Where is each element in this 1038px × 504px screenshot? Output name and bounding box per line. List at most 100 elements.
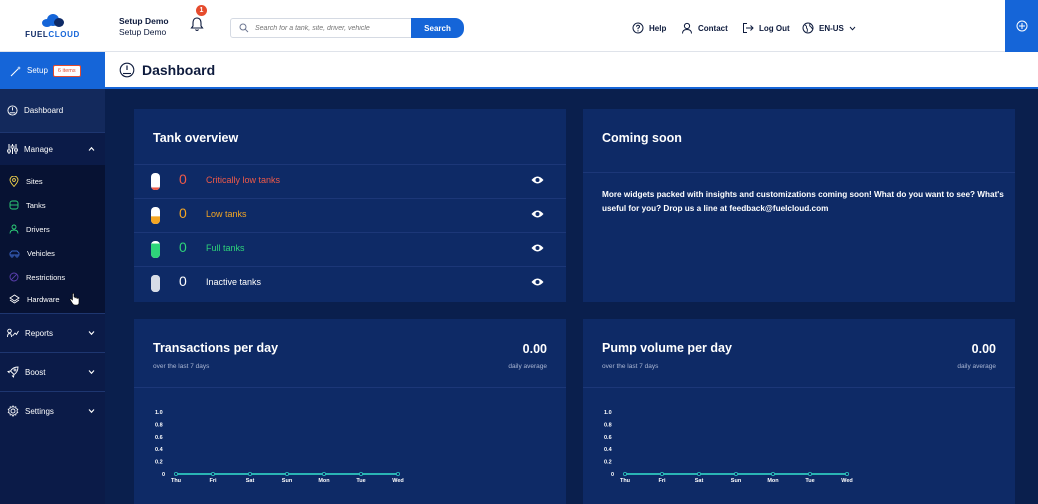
eye-icon[interactable] (531, 175, 544, 185)
help-link[interactable]: Help (632, 21, 666, 35)
tank-level-icon (151, 173, 160, 190)
data-point[interactable] (174, 471, 179, 476)
language-selector[interactable]: EN-US (802, 21, 856, 35)
x-tick-label: Sun (282, 478, 293, 484)
user-icon (682, 22, 692, 34)
help-icon (632, 22, 644, 34)
notification-badge: 1 (196, 5, 207, 16)
data-point[interactable] (284, 471, 289, 476)
tank-row[interactable]: 0 Low tanks (134, 198, 566, 232)
sidebar-item-settings[interactable]: Settings (0, 392, 105, 430)
search-input[interactable] (255, 24, 405, 32)
coming-soon-text: More widgets packed with insights and cu… (602, 190, 1004, 213)
sidebar-item-hardware[interactable]: Hardware (0, 289, 105, 309)
dashboard-gauge-icon (119, 62, 135, 77)
magic-wand-icon (10, 65, 21, 76)
sidebar-item-sites[interactable]: Sites (0, 171, 105, 191)
card-divider (583, 172, 1015, 173)
x-tick-label: Tue (805, 478, 814, 484)
sliders-icon (7, 144, 18, 154)
x-tick-label: Sat (246, 478, 255, 484)
data-point[interactable] (211, 471, 216, 476)
eye-icon[interactable] (531, 209, 544, 219)
tank-count: 0 (179, 171, 187, 187)
chevron-up-icon (88, 146, 95, 151)
bell-icon[interactable] (190, 16, 204, 32)
sidebar: Setup 6 items Dashboard Manage Sites Tan… (0, 52, 105, 504)
gear-icon (7, 405, 19, 417)
card-divider (134, 164, 566, 165)
x-tick-label: Sat (695, 478, 704, 484)
fuelcloud-logo[interactable]: FUELCLOUD (0, 0, 105, 52)
tank-label: Inactive tanks (206, 277, 262, 287)
data-point[interactable] (623, 471, 628, 476)
sidebar-item-dashboard[interactable]: Dashboard (0, 89, 105, 132)
tank-level-icon (151, 275, 160, 292)
tank-row[interactable]: 0 Full tanks (134, 232, 566, 266)
plus-circle-icon (1016, 20, 1027, 32)
cloud-logo-icon (41, 13, 64, 27)
tank-level-icon (151, 241, 160, 258)
eye-icon[interactable] (531, 243, 544, 253)
y-tick-label: 1.0 (155, 410, 163, 416)
sidebar-item-tanks[interactable]: Tanks (0, 195, 105, 215)
sidebar-item-manage[interactable]: Manage (0, 133, 105, 165)
logout-link[interactable]: Log Out (742, 21, 790, 35)
data-point[interactable] (770, 471, 775, 476)
y-tick-label: 0 (162, 472, 165, 478)
data-point[interactable] (844, 471, 849, 476)
x-tick-label: Sun (731, 478, 742, 484)
tank-label: Critically low tanks (206, 175, 281, 185)
reports-icon (7, 328, 19, 338)
contact-link[interactable]: Contact (681, 21, 728, 35)
data-point[interactable] (807, 471, 812, 476)
x-tick-label: Fri (209, 478, 217, 484)
tank-row[interactable]: 0 Inactive tanks (134, 266, 566, 300)
tank-label: Low tanks (206, 209, 247, 219)
account-org: Setup Demo (119, 16, 169, 26)
page-header: Dashboard (105, 52, 1038, 89)
logout-icon (743, 23, 754, 33)
logo-wordmark: FUELCLOUD (25, 29, 80, 39)
chevron-down-icon (88, 370, 95, 375)
restriction-icon (9, 272, 19, 282)
add-button[interactable] (1005, 0, 1038, 52)
account-switcher[interactable]: Setup Demo Setup Demo (119, 16, 169, 38)
sidebar-item-restrictions[interactable]: Restrictions (0, 267, 105, 287)
hardware-icon (9, 294, 20, 304)
tank-row[interactable]: 0 Critically low tanks (134, 164, 566, 198)
y-tick-label: 0.2 (155, 460, 163, 466)
y-tick-label: 0.4 (155, 447, 164, 453)
data-point[interactable] (697, 471, 702, 476)
data-point[interactable] (248, 471, 253, 476)
x-tick-label: Thu (620, 478, 630, 484)
transactions-line-chart: 0 0.2 0.4 0.6 0.8 1.0 Thu Fri Sat Sun Mon Tue Wed (155, 410, 404, 484)
sidebar-item-setup[interactable]: Setup 6 items (0, 52, 105, 89)
map-pin-icon (9, 175, 19, 187)
data-point[interactable] (660, 471, 665, 476)
pointer-hand-icon (69, 292, 79, 305)
drivers-icon (9, 224, 19, 234)
data-point[interactable] (395, 471, 400, 476)
search-button[interactable]: Search (411, 18, 464, 38)
sidebar-item-vehicles[interactable]: Vehicles (0, 243, 105, 263)
eye-icon[interactable] (531, 277, 544, 287)
data-point[interactable] (321, 471, 326, 476)
sidebar-item-reports[interactable]: Reports (0, 314, 105, 352)
x-tick-label: Mon (318, 478, 330, 484)
chevron-down-icon (849, 26, 856, 31)
sidebar-item-boost[interactable]: Boost (0, 353, 105, 391)
pump-volume-chart-card: Pump volume per day over the last 7 days… (583, 319, 1015, 504)
y-tick-label: 0.8 (604, 422, 612, 428)
data-point[interactable] (358, 471, 363, 476)
chevron-down-icon (88, 331, 95, 336)
y-tick-label: 0.4 (604, 447, 613, 453)
rocket-icon (7, 366, 19, 378)
tank-overview-title: Tank overview (153, 131, 239, 145)
x-tick-label: Fri (658, 478, 666, 484)
search-box (230, 18, 412, 38)
coming-soon-title: Coming soon (602, 131, 682, 145)
y-tick-label: 0.8 (155, 422, 163, 428)
sidebar-item-drivers[interactable]: Drivers (0, 219, 105, 239)
data-point[interactable] (733, 471, 738, 476)
